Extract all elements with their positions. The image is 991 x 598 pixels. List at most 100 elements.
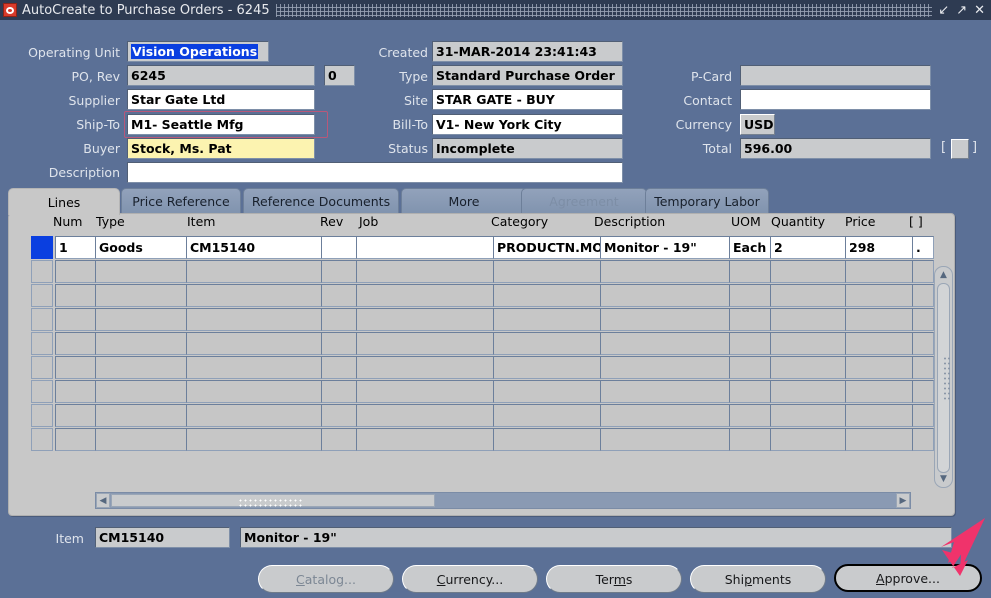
cell-empty-job-row5[interactable] [356,332,494,355]
currency-code-button[interactable]: USD [740,114,775,135]
cell-empty-category-row4[interactable] [493,308,601,331]
type-field[interactable]: Standard Purchase Order [432,65,623,86]
grid-vertical-scrollbar[interactable]: ▲ ▼ [934,266,953,488]
cell-empty-type-row9[interactable] [95,428,187,451]
cell-empty-type-row3[interactable] [95,284,187,307]
tab-more[interactable]: More [401,188,527,214]
cell-empty-flag-row5[interactable] [912,332,934,355]
row-selector-3[interactable] [31,284,53,307]
cell-empty-uom-row2[interactable] [729,260,771,283]
cell-empty-item-row3[interactable] [186,284,322,307]
cell-empty-type-row8[interactable] [95,404,187,427]
cell-empty-rev-row8[interactable] [321,404,357,427]
cell-uom-row1[interactable]: Each [729,236,771,259]
scroll-left-icon[interactable]: ◀ [96,493,110,508]
cell-category-row1[interactable]: PRODUCTN.MO [493,236,601,259]
footer-item-description-field[interactable]: Monitor - 19" [240,527,952,548]
cell-empty-price-row6[interactable] [845,356,913,379]
cell-empty-category-row2[interactable] [493,260,601,283]
cell-empty-price-row9[interactable] [845,428,913,451]
currency-button[interactable]: Currency... [402,565,538,593]
cell-empty-type-row5[interactable] [95,332,187,355]
cell-quantity-row1[interactable]: 2 [770,236,846,259]
cell-empty-flag-row8[interactable] [912,404,934,427]
cell-empty-price-row2[interactable] [845,260,913,283]
cell-empty-rev-row5[interactable] [321,332,357,355]
cell-empty-type-row6[interactable] [95,356,187,379]
cell-empty-item-row7[interactable] [186,380,322,403]
cell-empty-category-row7[interactable] [493,380,601,403]
row-selector-7[interactable] [31,380,53,403]
cell-type-row1[interactable]: Goods [95,236,187,259]
cell-empty-description-row6[interactable] [600,356,730,379]
cell-empty-description-row3[interactable] [600,284,730,307]
status-field[interactable]: Incomplete [432,138,623,159]
cell-empty-flag-row7[interactable] [912,380,934,403]
cell-empty-quantity-row9[interactable] [770,428,846,451]
scroll-up-icon[interactable]: ▲ [936,268,951,282]
cell-empty-category-row5[interactable] [493,332,601,355]
cell-empty-type-row4[interactable] [95,308,187,331]
cell-empty-price-row5[interactable] [845,332,913,355]
buyer-field[interactable]: Stock, Ms. Pat [127,138,315,159]
cell-empty-flag-row9[interactable] [912,428,934,451]
cell-empty-uom-row7[interactable] [729,380,771,403]
cell-empty-quantity-row6[interactable] [770,356,846,379]
cell-empty-uom-row4[interactable] [729,308,771,331]
cell-empty-quantity-row4[interactable] [770,308,846,331]
cell-empty-price-row8[interactable] [845,404,913,427]
cell-empty-description-row5[interactable] [600,332,730,355]
cell-empty-rev-row3[interactable] [321,284,357,307]
cell-empty-price-row4[interactable] [845,308,913,331]
cell-empty-description-row9[interactable] [600,428,730,451]
tab-price-reference[interactable]: Price Reference [121,188,241,214]
row-selector-1[interactable] [31,236,53,259]
created-field[interactable]: 31-MAR-2014 23:41:43 [432,41,623,62]
cell-empty-category-row9[interactable] [493,428,601,451]
cell-empty-quantity-row7[interactable] [770,380,846,403]
row-selector-8[interactable] [31,404,53,427]
row-selector-2[interactable] [31,260,53,283]
cell-empty-uom-row8[interactable] [729,404,771,427]
row-selector-5[interactable] [31,332,53,355]
contact-field[interactable] [740,89,931,110]
cell-empty-quantity-row5[interactable] [770,332,846,355]
cell-empty-category-row8[interactable] [493,404,601,427]
operating-unit-field[interactable]: Vision Operations [127,41,269,62]
cell-empty-job-row9[interactable] [356,428,494,451]
cell-empty-rev-row7[interactable] [321,380,357,403]
cell-empty-item-row2[interactable] [186,260,322,283]
cell-empty-uom-row3[interactable] [729,284,771,307]
cell-empty-rev-row6[interactable] [321,356,357,379]
close-icon[interactable]: ✕ [974,4,985,17]
cell-empty-job-row6[interactable] [356,356,494,379]
row-selector-9[interactable] [31,428,53,451]
cell-job-row1[interactable] [356,236,494,259]
row-selector-6[interactable] [31,356,53,379]
cell-empty-uom-row9[interactable] [729,428,771,451]
tab-temporary-labor[interactable]: Temporary Labor [645,188,769,214]
cell-empty-item-row5[interactable] [186,332,322,355]
cell-rev-row1[interactable] [321,236,357,259]
terms-button[interactable]: Terms [546,565,682,593]
cell-empty-price-row3[interactable] [845,284,913,307]
cell-empty-job-row8[interactable] [356,404,494,427]
description-field[interactable] [127,162,623,183]
po-number-field[interactable]: 6245 [127,65,315,86]
total-detail-button[interactable] [951,139,969,159]
site-field[interactable]: STAR GATE - BUY [432,89,623,110]
maximize-icon[interactable]: ↗ [956,4,967,17]
shipments-button[interactable]: Shipments [690,565,826,593]
ship-to-field[interactable]: M1- Seattle Mfg [127,114,315,135]
cell-flag-row1[interactable]: . [912,236,934,259]
bill-to-field[interactable]: V1- New York City [432,114,623,135]
total-field[interactable]: 596.00 [740,138,931,159]
pcard-field[interactable] [740,65,931,86]
cell-empty-description-row7[interactable] [600,380,730,403]
cell-empty-rev-row4[interactable] [321,308,357,331]
cell-empty-item-row9[interactable] [186,428,322,451]
cell-empty-quantity-row2[interactable] [770,260,846,283]
cell-empty-job-row2[interactable] [356,260,494,283]
cell-empty-job-row3[interactable] [356,284,494,307]
scroll-down-icon[interactable]: ▼ [936,472,951,486]
